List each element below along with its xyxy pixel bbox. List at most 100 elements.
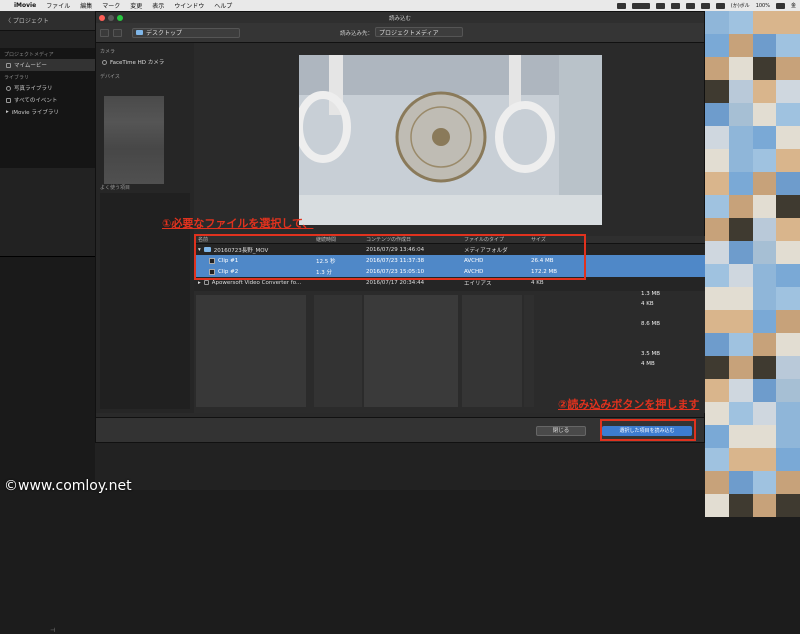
menu-edit[interactable]: 編集 [80, 1, 92, 10]
mosaic-cell [752, 425, 777, 448]
sidebar-item-imovie-library[interactable]: ▸ iMovie ライブラリ [0, 106, 95, 118]
mosaic-cell [776, 310, 800, 333]
blurred-devices [104, 96, 164, 184]
mosaic-cell [752, 241, 777, 264]
tray-icon[interactable] [700, 2, 710, 9]
mosaic-cell [752, 287, 777, 310]
mosaic-cell [728, 379, 753, 402]
status-tray: (か)ボル 100% 金 [616, 0, 800, 11]
camera-section: カメラ [100, 49, 116, 55]
star-icon [6, 97, 11, 103]
sidebar-item-all-events[interactable]: すべてのイベント [0, 94, 95, 106]
blurred-file-list [194, 291, 705, 413]
mosaic-cell [752, 57, 777, 80]
mosaic-cell [752, 126, 777, 149]
import-button-highlight-box [600, 419, 696, 441]
mosaic-cell [705, 241, 729, 264]
import-destination-value: プロジェクトメディア [379, 29, 439, 37]
close-button[interactable]: 閉じる [536, 426, 586, 436]
sidebar-item-label: iMovie ライブラリ [11, 110, 59, 116]
clock-text[interactable]: 金 [791, 2, 796, 9]
mosaic-cell [752, 379, 777, 402]
tray-icon[interactable] [670, 2, 680, 9]
mosaic-cell [705, 310, 729, 333]
source-facetime-camera[interactable]: FaceTime HD カメラ [96, 56, 194, 68]
tray-badge-icon[interactable] [631, 2, 650, 9]
dialog-title: 読み込む [388, 15, 411, 22]
mosaic-cell [728, 402, 753, 425]
mosaic-cell [752, 195, 777, 218]
mosaic-cell [776, 34, 800, 57]
mosaic-cell [705, 57, 729, 80]
mosaic-cell [705, 425, 729, 448]
mosaic-cell [776, 57, 800, 80]
mosaic-cell [728, 356, 753, 379]
playhead-icon: ⊣ [50, 627, 56, 634]
menu-mark[interactable]: マーク [102, 1, 120, 10]
mosaic-cell [776, 471, 800, 494]
mosaic-cell [776, 195, 800, 218]
mosaic-cell [776, 379, 800, 402]
menu-window[interactable]: ウインドウ [174, 1, 204, 10]
mosaic-cell [728, 57, 753, 80]
tray-icon[interactable] [616, 2, 626, 9]
mosaic-cell [728, 195, 753, 218]
battery-level[interactable]: 100% [756, 3, 770, 9]
mosaic-cell [752, 494, 777, 517]
dialog-toolbar: デスクトップ 読み込み先： プロジェクトメディア [96, 23, 704, 43]
mosaic-cell [752, 80, 777, 103]
source-label: FaceTime HD カメラ [110, 60, 165, 66]
menu-app-name[interactable]: iMovie [14, 2, 36, 9]
mosaic-cell [776, 80, 800, 103]
mosaic-cell [728, 264, 753, 287]
sidebar-item-my-movie[interactable]: マイムービー [0, 59, 95, 71]
timeline-area[interactable]: ⊣ [0, 256, 95, 634]
mosaic-cell [705, 80, 729, 103]
mosaic-cell [728, 494, 753, 517]
dialog-titlebar: 読み込む [96, 12, 704, 23]
row-name-text: Apowersoft Video Converter fo... [211, 279, 302, 286]
tray-icon[interactable] [655, 2, 665, 9]
location-popup[interactable]: デスクトップ [132, 27, 240, 38]
library-sidebar: プロジェクトメディア マイムービー ライブラリ 写真ライブラリ すべてのイベント… [0, 48, 95, 168]
mosaic-cell [728, 287, 753, 310]
row-name: ▸ Apowersoft Video Converter fo... [194, 280, 311, 286]
menu-bar: iMovie ファイル 編集 マーク 変更 表示 ウインドウ ヘルプ (か)ボル… [0, 0, 800, 11]
sidebar-item-photos[interactable]: 写真ライブラリ [0, 82, 95, 94]
sidebar-toggle-button[interactable] [100, 28, 109, 37]
row-date: 2016/07/17 20:34:44 [366, 279, 425, 286]
video-preview[interactable] [299, 55, 602, 225]
menu-help[interactable]: ヘルプ [214, 1, 232, 10]
mosaic-cell [776, 402, 800, 425]
import-to-label: 読み込み先： [340, 31, 374, 37]
mosaic-cell [776, 264, 800, 287]
mosaic-cell [776, 333, 800, 356]
row-size: 4 KB [531, 279, 544, 286]
disclosure-icon[interactable]: ▸ [6, 109, 9, 115]
mosaic-cell [752, 149, 777, 172]
wifi-icon[interactable] [715, 2, 725, 9]
mosaic-cell [728, 333, 753, 356]
row-size: 3.5 MB [641, 351, 661, 357]
mosaic-cell [705, 172, 729, 195]
menu-modify[interactable]: 変更 [130, 1, 142, 10]
disclosure-closed-icon[interactable]: ▸ [198, 280, 201, 286]
mosaic-cell [728, 103, 753, 126]
input-mode[interactable]: (か)ボル [731, 2, 750, 9]
import-destination-popup[interactable]: プロジェクトメディア [375, 27, 463, 37]
mosaic-cell [776, 425, 800, 448]
pixelated-background [705, 11, 800, 517]
mosaic-cell [776, 448, 800, 471]
mosaic-cell [705, 126, 729, 149]
mosaic-cell [705, 11, 729, 34]
watermark: ©www.comloy.net [4, 478, 132, 494]
mosaic-cell [728, 126, 753, 149]
menu-file[interactable]: ファイル [46, 1, 70, 10]
mosaic-cell [728, 34, 753, 57]
tray-icon[interactable] [685, 2, 695, 9]
menu-view[interactable]: 表示 [152, 1, 164, 10]
view-toggle-button[interactable] [113, 28, 122, 37]
battery-icon[interactable] [775, 2, 785, 9]
mosaic-cell [728, 172, 753, 195]
back-to-projects-button[interactable]: 〈 プロジェクト [5, 16, 49, 25]
